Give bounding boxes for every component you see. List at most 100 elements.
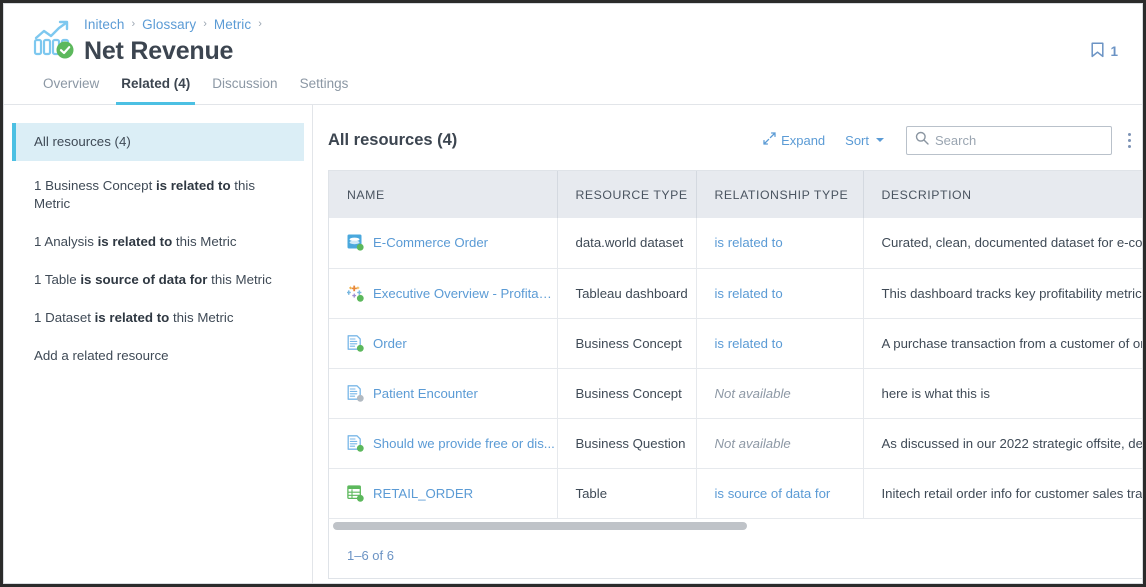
table-icon	[347, 485, 364, 502]
cell-resource-type: Business Concept	[557, 317, 697, 368]
sidebar-item-suffix: this Metric	[207, 272, 272, 287]
search-icon	[915, 131, 929, 150]
sort-label: Sort	[845, 132, 869, 148]
sidebar-item-prefix: 1 Dataset	[34, 310, 95, 325]
breadcrumb-separator: ›	[258, 17, 262, 30]
breadcrumb-separator: ›	[131, 17, 136, 30]
bookmark-icon	[1091, 42, 1105, 61]
sidebar-item-prefix: 1 Table	[34, 272, 81, 287]
sidebar-item-add-related-resource[interactable]: Add a related resource	[12, 337, 304, 375]
sidebar-item-relationship: is related to	[94, 310, 170, 325]
cell-relationship-type: is related to	[696, 267, 864, 318]
kebab-menu-icon[interactable]	[1116, 126, 1142, 154]
relationship-not-available: Not available	[714, 435, 791, 451]
resource-name-link[interactable]: Should we provide free or dis...	[373, 436, 555, 451]
cell-resource-type: Table	[557, 467, 697, 518]
cell-description: Curated, clean, documented dataset for e…	[863, 218, 1142, 268]
resource-name-link[interactable]: RETAIL_ORDER	[373, 486, 473, 501]
business-concept-icon	[347, 384, 364, 402]
cell-description: here is what this is	[863, 367, 1142, 418]
business-concept-icon	[347, 334, 364, 352]
cell-relationship-type: is related to	[696, 317, 864, 368]
table-row[interactable]: RETAIL_ORDER Table is source of data for…	[329, 467, 1142, 518]
metric-chart-icon	[31, 17, 75, 61]
app-window: Initech › Glossary › Metric › Net Revenu…	[3, 3, 1143, 584]
sidebar-item-business-concept[interactable]: 1 Business Concept is related to this Me…	[12, 167, 304, 223]
search-input[interactable]	[935, 132, 1103, 148]
tab-overview[interactable]: Overview	[41, 75, 110, 104]
cell-resource-type: data.world dataset	[557, 218, 697, 268]
column-header-name[interactable]: NAME	[329, 171, 558, 218]
resource-name-link[interactable]: Patient Encounter	[373, 386, 478, 401]
breadcrumb-separator: ›	[203, 17, 207, 30]
resource-name-link[interactable]: E-Commerce Order	[373, 235, 488, 250]
resources-title: All resources (4)	[328, 130, 458, 149]
table-row[interactable]: Executive Overview - Profitab... Tableau…	[329, 267, 1142, 318]
tab-discussion[interactable]: Discussion	[201, 75, 288, 104]
cell-description: This dashboard tracks key profitability …	[863, 267, 1142, 318]
table-horizontal-scrollbar[interactable]	[328, 518, 1142, 532]
scrollbar-thumb[interactable]	[333, 521, 747, 530]
chevron-down-icon	[876, 138, 884, 142]
table-row[interactable]: Order Business Concept is related to A p…	[329, 317, 1142, 368]
relationship-link[interactable]: is source of data for	[715, 486, 831, 501]
expand-label: Expand	[781, 132, 826, 148]
cell-name: Should we provide free or dis...	[329, 417, 558, 468]
relationship-link[interactable]: is related to	[715, 235, 783, 250]
table-header-row: NAME RESOURCE TYPE RELATIONSHIP TYPE DES…	[329, 171, 1142, 218]
column-header-relationship-type[interactable]: RELATIONSHIP TYPE	[696, 171, 864, 218]
sidebar-item-dataset[interactable]: 1 Dataset is related to this Metric	[12, 299, 304, 337]
dataset-icon	[347, 234, 364, 251]
expand-button[interactable]: Expand	[753, 132, 835, 148]
table-row[interactable]: Should we provide free or dis... Busines…	[329, 417, 1142, 468]
sidebar-item-relationship: is source of data for	[80, 272, 208, 287]
cell-relationship-type: Not available	[696, 417, 864, 468]
relationship-link[interactable]: is related to	[715, 336, 783, 351]
page-header: Initech › Glossary › Metric › Net Revenu…	[4, 4, 1142, 75]
tableau-dashboard-icon	[346, 285, 364, 302]
resource-filter-sidebar: All resources (4) 1 Business Concept is …	[4, 105, 313, 583]
cell-relationship-type: Not available	[696, 367, 864, 418]
breadcrumb-item-metric[interactable]: Metric	[214, 17, 251, 32]
resources-toolbar: All resources (4) Expand Sort	[328, 125, 1142, 155]
sidebar-item-relationship: is related to	[97, 234, 173, 249]
sidebar-item-relationship: is related to	[155, 178, 231, 193]
sidebar-item-analysis[interactable]: 1 Analysis is related to this Metric	[12, 223, 304, 261]
resource-name-link[interactable]: Executive Overview - Profitab...	[373, 286, 556, 301]
sidebar-item-suffix: this Metric	[169, 310, 234, 325]
bookmark-button[interactable]: 1	[1091, 42, 1118, 61]
resources-panel: All resources (4) Expand Sort Search NAM…	[313, 105, 1142, 583]
cell-description: Initech retail order info for customer s…	[863, 467, 1142, 518]
breadcrumb-item-initech[interactable]: Initech	[84, 17, 124, 32]
business-question-icon	[347, 434, 364, 452]
expand-arrows-icon	[763, 132, 776, 148]
cell-name: E-Commerce Order	[329, 218, 558, 268]
breadcrumb: Initech › Glossary › Metric ›	[84, 15, 269, 33]
sidebar-item-suffix: this Metric	[172, 234, 237, 249]
cell-description: As discussed in our 2022 strategic offsi…	[863, 417, 1142, 468]
cell-name: Executive Overview - Profitab...	[329, 267, 558, 318]
tab-related[interactable]: Related (4)	[110, 75, 201, 105]
column-header-description[interactable]: DESCRIPTION	[863, 171, 1142, 218]
cell-name: RETAIL_ORDER	[329, 467, 558, 518]
cell-description: A purchase transaction from a customer o…	[863, 317, 1142, 368]
page-body: All resources (4) 1 Business Concept is …	[4, 105, 1142, 583]
cell-resource-type: Business Question	[557, 417, 697, 468]
search-box[interactable]	[906, 125, 1112, 155]
resource-name-link[interactable]: Order	[373, 336, 407, 351]
table-row[interactable]: E-Commerce Order data.world dataset is r…	[329, 218, 1142, 268]
relationship-link[interactable]: is related to	[715, 286, 783, 301]
table-row[interactable]: Patient Encounter Business Concept Not a…	[329, 367, 1142, 418]
tab-settings[interactable]: Settings	[289, 75, 360, 104]
cell-name: Patient Encounter	[329, 367, 558, 418]
cell-resource-type: Business Concept	[557, 367, 697, 418]
sidebar-item-prefix: 1 Analysis	[34, 234, 98, 249]
sidebar-item-table[interactable]: 1 Table is source of data for this Metri…	[12, 261, 304, 299]
sidebar-item-all-resources[interactable]: All resources (4)	[12, 123, 304, 161]
column-header-resource-type[interactable]: RESOURCE TYPE	[557, 171, 697, 218]
cell-relationship-type: is source of data for	[696, 467, 864, 518]
breadcrumb-item-glossary[interactable]: Glossary	[142, 17, 196, 32]
relationship-not-available: Not available	[714, 385, 791, 401]
bookmark-count: 1	[1110, 44, 1118, 59]
sort-button[interactable]: Sort	[835, 133, 894, 148]
